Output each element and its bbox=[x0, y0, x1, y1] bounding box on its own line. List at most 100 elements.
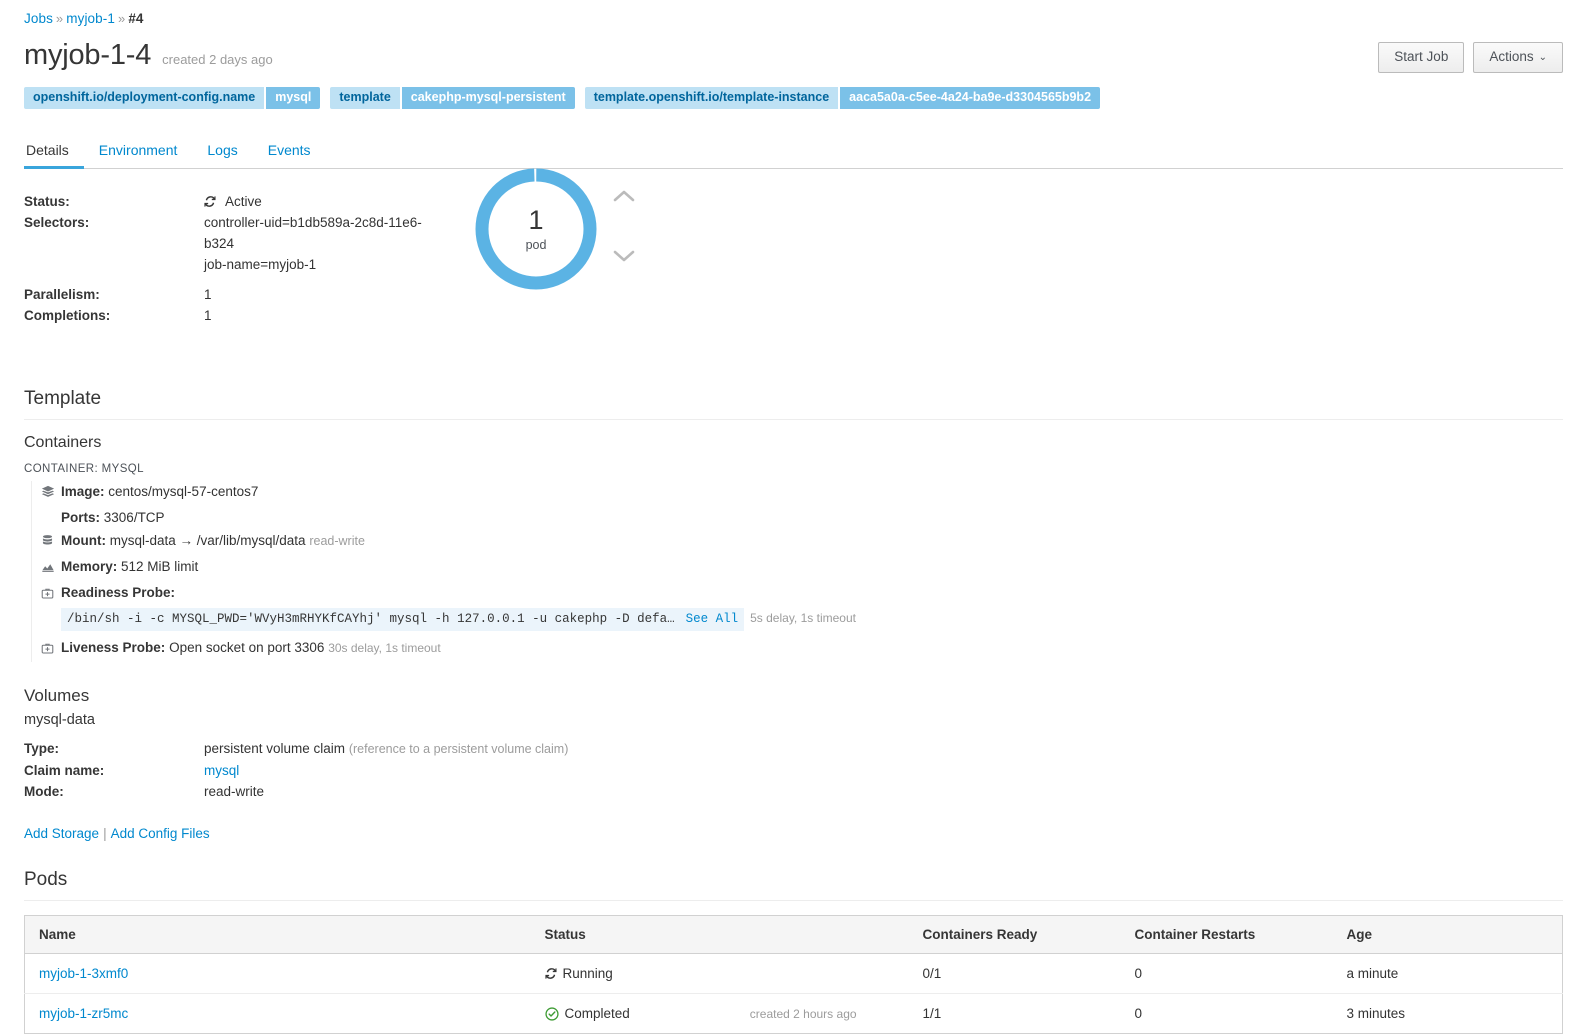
column-header-status[interactable]: Status bbox=[534, 915, 913, 955]
memory-label: Memory: bbox=[61, 559, 118, 575]
label-key: template.openshift.io/template-instance bbox=[584, 86, 839, 110]
pod-name-cell: myjob-1-3xmf0 bbox=[24, 953, 535, 995]
label-pair[interactable]: openshift.io/deployment-config.name mysq… bbox=[24, 86, 321, 110]
pod-status-text: Running bbox=[562, 966, 613, 982]
column-header-age[interactable]: Age bbox=[1336, 915, 1563, 955]
volume-claim-row: Claim name: mysql bbox=[24, 760, 444, 781]
volume-claim-value-wrap: mysql bbox=[204, 760, 239, 781]
volumes-section: Volumes mysql-data Type: persistent volu… bbox=[24, 686, 1563, 841]
volume-mode-row: Mode: read-write bbox=[24, 781, 444, 802]
add-storage-link[interactable]: Add Storage bbox=[24, 826, 99, 841]
volume-name: mysql-data bbox=[24, 712, 95, 729]
template-heading: Template bbox=[24, 388, 1563, 421]
pod-age-cell: a minute bbox=[1336, 953, 1563, 995]
chevron-down-icon: ⌄ bbox=[1538, 52, 1547, 63]
liveness-value: Open socket on port 3306 bbox=[169, 640, 325, 656]
image-text: Image: centos/mysql-57-centos7 bbox=[61, 481, 258, 503]
donut-center: 1 pod bbox=[472, 165, 600, 293]
image-label: Image: bbox=[61, 484, 105, 500]
readiness-command-block: /bin/sh -i -c MYSQL_PWD='WVyH3mRHYKfCAYh… bbox=[61, 608, 1563, 632]
add-config-files-link[interactable]: Add Config Files bbox=[111, 826, 210, 841]
tab-events[interactable]: Events bbox=[253, 136, 326, 169]
label-value: aaca5a0a-c5ee-4a24-ba9e-d3304565b9b2 bbox=[840, 86, 1101, 110]
layers-icon bbox=[41, 484, 61, 506]
label-key: template bbox=[330, 86, 400, 110]
label-key: openshift.io/deployment-config.name bbox=[24, 86, 265, 110]
actions-dropdown-button[interactable]: Actions ⌄ bbox=[1473, 42, 1563, 73]
breadcrumb-separator-2: » bbox=[117, 11, 126, 26]
mount-line: Mount: mysql-data → /var/lib/mysql/data … bbox=[41, 530, 1563, 555]
tab-bar: Details Environment Logs Events bbox=[24, 135, 1563, 170]
parallelism-row: Parallelism: 1 bbox=[24, 284, 444, 305]
table-row: myjob-1-zr5mc Completed created 2 hours … bbox=[25, 994, 1563, 1034]
parallelism-value: 1 bbox=[204, 287, 212, 303]
check-circle-icon bbox=[544, 1007, 559, 1021]
column-header-container-restarts[interactable]: Container Restarts bbox=[1124, 915, 1337, 955]
labels-list: openshift.io/deployment-config.name mysq… bbox=[24, 86, 1563, 114]
breadcrumb-jobs-link[interactable]: Jobs bbox=[24, 11, 53, 26]
scale-down-icon[interactable] bbox=[613, 249, 635, 263]
label-pair[interactable]: template.openshift.io/template-instance … bbox=[584, 86, 1101, 110]
pods-table-body: myjob-1-3xmf0 Running 0/1 0 a minute myj… bbox=[24, 953, 1563, 1034]
pod-status-cell: Completed created 2 hours ago bbox=[535, 994, 913, 1034]
pod-name-link[interactable]: myjob-1-zr5mc bbox=[39, 1006, 128, 1021]
scale-arrows bbox=[613, 189, 635, 263]
status-label: Status: bbox=[24, 194, 70, 210]
tab-environment[interactable]: Environment bbox=[84, 136, 193, 169]
readiness-label: Readiness Probe: bbox=[61, 585, 176, 601]
pod-count-donut: 1 pod bbox=[472, 165, 600, 293]
title-actions: Start Job Actions ⌄ bbox=[1378, 42, 1563, 73]
breadcrumb-parent-link[interactable]: myjob-1 bbox=[66, 11, 115, 26]
pod-status-wrap: Running bbox=[544, 966, 903, 982]
ports-label: Ports: bbox=[61, 510, 101, 526]
image-value: centos/mysql-57-centos7 bbox=[108, 484, 259, 500]
readiness-line: Readiness Probe: bbox=[41, 582, 1563, 607]
volume-type-label: Type: bbox=[24, 741, 60, 757]
scale-up-icon[interactable] bbox=[613, 189, 635, 203]
liveness-label: Liveness Probe: bbox=[61, 640, 166, 656]
pods-table: Name Status Containers Ready Container R… bbox=[24, 915, 1563, 1034]
created-timestamp: created 2 days ago bbox=[162, 52, 273, 67]
label-pair[interactable]: template cakephp-mysql-persistent bbox=[330, 86, 575, 110]
mount-label: Mount: bbox=[61, 533, 106, 549]
tab-details[interactable]: Details bbox=[24, 136, 84, 170]
readiness-command: /bin/sh -i -c MYSQL_PWD='WVyH3mRHYKfCAYh… bbox=[61, 608, 745, 632]
status-value-wrap: Active bbox=[204, 191, 262, 212]
volume-claim-label: Claim name: bbox=[24, 763, 105, 779]
pods-heading: Pods bbox=[24, 869, 1563, 902]
storage-links: Add Storage | Add Config Files bbox=[24, 826, 1563, 841]
volume-mode-label: Mode: bbox=[24, 784, 64, 800]
details-list: Status: Active Selectors: controller-uid… bbox=[24, 191, 444, 326]
pod-name-link[interactable]: myjob-1-3xmf0 bbox=[39, 966, 128, 981]
selectors-value-2: job-name=myjob-1 bbox=[204, 257, 317, 273]
ports-text: Ports: 3306/TCP bbox=[61, 507, 165, 529]
start-job-button[interactable]: Start Job bbox=[1378, 42, 1465, 73]
completions-row: Completions: 1 bbox=[24, 305, 444, 326]
links-divider: | bbox=[103, 826, 107, 842]
actions-label: Actions bbox=[1489, 49, 1534, 64]
pods-table-head: Name Status Containers Ready Container R… bbox=[24, 915, 1563, 955]
containers-heading: Containers bbox=[24, 434, 102, 452]
breadcrumb: Jobs» myjob-1» #4 bbox=[24, 0, 1563, 26]
tab-logs[interactable]: Logs bbox=[192, 136, 252, 169]
selectors-row: Selectors: controller-uid=b1db589a-2c8d-… bbox=[24, 212, 444, 254]
status-value: Active bbox=[225, 194, 262, 210]
readiness-text: Readiness Probe: bbox=[61, 582, 175, 604]
title-left: myjob-1-4 created 2 days ago bbox=[24, 39, 1378, 72]
volume-claim-link[interactable]: mysql bbox=[204, 763, 239, 778]
memory-value: 512 MiB limit bbox=[121, 559, 199, 575]
pod-scale-widget: 1 pod bbox=[472, 165, 635, 326]
readiness-meta: 5s delay, 1s timeout bbox=[750, 611, 856, 626]
readiness-command-text: /bin/sh -i -c MYSQL_PWD='WVyH3mRHYKfCAYh… bbox=[67, 612, 675, 627]
liveness-meta: 30s delay, 1s timeout bbox=[328, 641, 441, 656]
column-header-name[interactable]: Name bbox=[24, 915, 535, 955]
job-detail-page: Jobs» myjob-1» #4 myjob-1-4 created 2 days… bbox=[0, 0, 1587, 1034]
pod-restarts-cell: 0 bbox=[1134, 1006, 1143, 1022]
pod-count-value: 1 bbox=[528, 204, 544, 235]
first-aid-kit-icon bbox=[41, 640, 61, 662]
pod-containers-ready-cell: 0/1 bbox=[912, 953, 1125, 995]
see-all-link[interactable]: See All bbox=[686, 612, 739, 626]
breadcrumb-current: #4 bbox=[128, 11, 144, 26]
column-header-containers-ready[interactable]: Containers Ready bbox=[912, 915, 1125, 955]
sync-icon bbox=[204, 193, 217, 208]
